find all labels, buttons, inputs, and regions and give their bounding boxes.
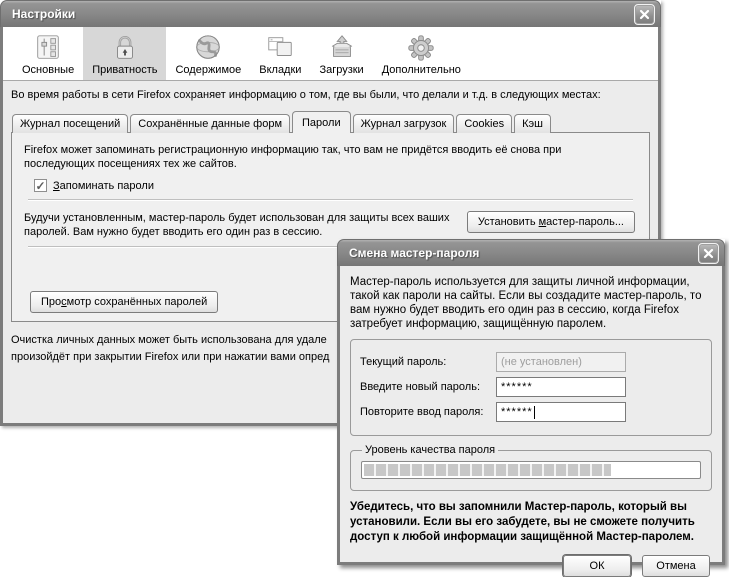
remember-passwords-description: Firefox может запоминать регистрационную… <box>24 143 624 171</box>
separator <box>28 199 633 201</box>
toolbar-label: Дополнительно <box>382 64 461 76</box>
tab-saved-form-data[interactable]: Сохранённые данные форм <box>130 114 290 133</box>
toolbar-label: Основные <box>22 64 74 76</box>
toolbar-label: Загрузки <box>319 64 363 76</box>
toolbar-label: Вкладки <box>259 64 301 76</box>
remember-passwords-checkbox[interactable]: ✓ <box>34 179 47 192</box>
tab-cache[interactable]: Кэш <box>514 114 551 133</box>
view-saved-passwords-button[interactable]: Просмотр сохранённых паролей <box>30 291 218 313</box>
privacy-intro-text: Во время работы в сети Firefox сохраняет… <box>11 89 650 101</box>
current-password-label: Текущий пароль: <box>360 356 496 368</box>
globe-icon <box>193 33 223 63</box>
password-quality-label: Уровень качества пароля <box>362 444 498 456</box>
download-box-icon <box>327 33 357 63</box>
toolbar-label: Содержимое <box>175 64 241 76</box>
sliders-icon <box>33 33 63 63</box>
dialog-close-button[interactable] <box>698 243 719 264</box>
dialog-titlebar[interactable]: Смена мастер-пароля <box>337 239 725 266</box>
text-caret <box>534 406 535 419</box>
new-password-field[interactable]: ****** <box>496 377 626 397</box>
ok-button[interactable]: ОК <box>563 555 631 577</box>
toolbar-item-privacy[interactable]: Приватность <box>83 27 166 80</box>
cancel-button[interactable]: Отмена <box>642 555 710 577</box>
master-password-description: Будучи установленным, мастер-пароль буде… <box>24 211 467 239</box>
dialog-description: Мастер-пароль используется для защиты ли… <box>350 275 712 331</box>
close-icon <box>639 9 650 20</box>
master-password-row: Будучи установленным, мастер-пароль буде… <box>24 211 637 239</box>
toolbar-item-downloads[interactable]: Загрузки <box>310 27 372 80</box>
dialog-body: Мастер-пароль используется для защиты ли… <box>337 266 725 565</box>
close-icon <box>703 248 714 259</box>
toolbar-item-content[interactable]: Содержимое <box>166 27 250 80</box>
privacy-tabstrip: Журнал посещений Сохранённые данные форм… <box>11 110 650 132</box>
retype-password-label: Повторите ввод пароля: <box>360 406 496 418</box>
retype-password-row: Повторите ввод пароля: ****** <box>360 402 702 422</box>
tab-cookies[interactable]: Cookies <box>456 114 512 133</box>
master-password-warning: Убедитесь, что вы запомнили Мастер-парол… <box>350 500 712 545</box>
remember-passwords-label: Запоминать пароли <box>53 180 154 192</box>
current-password-field: (не установлен) <box>496 352 626 372</box>
toolbar-item-tabs[interactable]: Вкладки <box>250 27 310 80</box>
dialog-buttons: ОК Отмена <box>350 555 712 577</box>
current-password-row: Текущий пароль: (не установлен) <box>360 352 702 372</box>
retype-password-field[interactable]: ****** <box>496 402 626 422</box>
window-title: Настройки <box>12 7 75 21</box>
toolbar-item-advanced[interactable]: Дополнительно <box>373 27 470 80</box>
toolbar-item-general[interactable]: Основные <box>13 27 83 80</box>
settings-titlebar[interactable]: Настройки <box>0 0 661 27</box>
new-password-row: Введите новый пароль: ****** <box>360 377 702 397</box>
change-master-password-dialog: Смена мастер-пароля Мастер-пароль исполь… <box>337 239 725 565</box>
remember-passwords-row: ✓ Запоминать пароли <box>34 179 637 192</box>
dialog-title: Смена мастер-пароля <box>349 246 479 260</box>
tab-passwords[interactable]: Пароли <box>292 111 351 133</box>
tab-history[interactable]: Журнал посещений <box>12 114 128 133</box>
lock-icon <box>110 33 140 63</box>
password-quality-meter <box>361 461 701 479</box>
password-quality-group: Уровень качества пароля <box>350 444 712 491</box>
password-fields-group: Текущий пароль: (не установлен) Введите … <box>350 339 712 436</box>
toolbar-label: Приватность <box>92 64 157 76</box>
close-button[interactable] <box>634 4 655 25</box>
checkmark-icon: ✓ <box>35 181 45 191</box>
gear-icon <box>406 33 436 63</box>
windows-icon <box>265 33 295 63</box>
new-password-label: Введите новый пароль: <box>360 381 496 393</box>
set-master-password-button[interactable]: Установить мастер-пароль... <box>467 211 635 233</box>
tab-download-history[interactable]: Журнал загрузок <box>353 114 455 133</box>
quality-fill <box>364 464 611 476</box>
settings-toolbar: Основные Приватность Содержимое <box>3 27 658 81</box>
